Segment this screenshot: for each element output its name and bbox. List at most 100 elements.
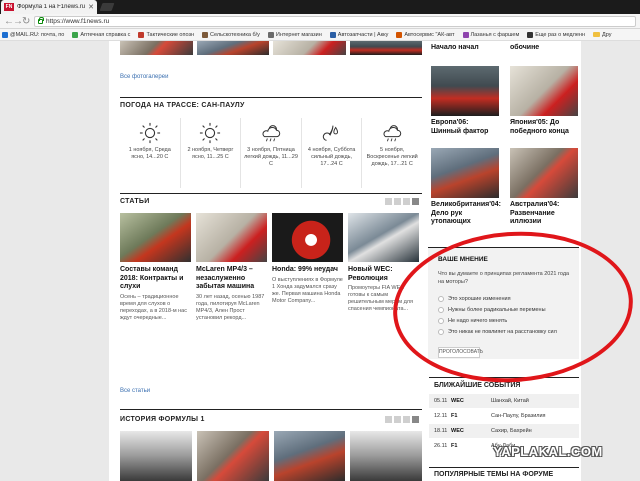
articles-title: СТАТЬИ [120, 198, 150, 205]
gallery-photo[interactable] [349, 41, 422, 55]
tab-close-icon[interactable]: ✕ [88, 3, 94, 11]
history-photo[interactable] [273, 431, 346, 481]
bookmark-label: Аптечная справка с [80, 31, 131, 38]
weather-day-text: 4 ноября, Суббота сильный дождь, 17...24… [307, 147, 356, 167]
bookmark-item[interactable]: Лазанья с фаршем [462, 31, 519, 38]
poll-radio[interactable] [438, 295, 444, 302]
events-title: БЛИЖАЙШИЕ СОБЫТИЯ [434, 382, 521, 389]
pager-dot[interactable] [385, 198, 392, 205]
article-desc: Промоутеры FIA WEC готовы к самым решите… [348, 285, 413, 312]
yaplakal-watermark: YAPLAKAL.COM [468, 440, 628, 462]
pager-dot[interactable] [385, 416, 392, 423]
reload-icon[interactable]: ↻ [22, 15, 30, 28]
sun-icon [139, 122, 160, 144]
bookmark-label: Интернет магазин [275, 31, 322, 38]
article-photo[interactable] [196, 213, 267, 262]
articles-pager [385, 198, 419, 205]
watermark-text: YAPLAKAL.COM [493, 443, 603, 459]
bookmarks-folder-label: Дру [601, 31, 612, 38]
article-photo[interactable] [348, 213, 419, 262]
article-title[interactable]: Новый WEC: Революция [348, 266, 419, 283]
weather-day: 1 ноября, Среда ясно, 14...20 С [120, 118, 181, 188]
gallery-caption[interactable]: Австралия'04: Развенчание иллюзии [510, 201, 578, 227]
gallery-caption[interactable]: Начало начал [431, 44, 499, 53]
gallery-strip [120, 41, 422, 55]
bookmark-favicon-icon [462, 31, 469, 38]
weather-day-text: 2 ноября, Четверг ясно, 11...25 С [187, 147, 234, 160]
article-title[interactable]: Составы команд 2018: Контракты и слухи [120, 266, 191, 292]
article-card[interactable]: Honda: 99% неудач О выступлениях в Форму… [272, 213, 343, 373]
history-photo[interactable] [196, 431, 269, 481]
gallery-photo[interactable] [196, 41, 269, 55]
new-tab-button[interactable] [99, 3, 115, 11]
gallery-caption[interactable]: Япония'05: До победного конца [510, 119, 578, 136]
events-divider [429, 377, 579, 378]
article-card[interactable]: Составы команд 2018: Контракты и слухи О… [120, 213, 191, 373]
pager-dot[interactable] [394, 198, 401, 205]
pager-dot[interactable] [403, 198, 410, 205]
poll-radio[interactable] [438, 328, 444, 335]
article-card[interactable]: McLaren MP4/3 – незаслуженно забытая маш… [196, 213, 267, 373]
bookmark-label: @MAIL.RU: почта, по [10, 31, 65, 38]
gallery-photo[interactable] [120, 41, 193, 55]
gallery-thumb[interactable] [510, 148, 578, 198]
poll-radio[interactable] [438, 317, 444, 324]
all-articles-link[interactable]: Все статьи [120, 388, 150, 394]
f1news-favicon-icon: FN [4, 3, 14, 11]
gallery-thumb[interactable] [431, 148, 499, 198]
weather-day-text: 3 ноября, Пятница легкий дождь, 11...29 … [244, 147, 298, 167]
article-photo[interactable] [120, 213, 191, 262]
bookmark-item[interactable]: Еще раз о медленн [527, 31, 585, 38]
article-card[interactable]: Новый WEC: Революция Промоутеры FIA WEC … [348, 213, 419, 373]
poll-option[interactable]: Это никак не повлияет на расстановку сил [438, 326, 578, 337]
gallery-photo[interactable] [273, 41, 346, 55]
event-series: WEC [451, 428, 464, 434]
poll-radio[interactable] [438, 306, 444, 313]
gallery-thumb[interactable] [431, 66, 499, 116]
event-date: 05.11 [434, 398, 448, 404]
article-photo[interactable] [272, 213, 343, 262]
pager-dot[interactable] [394, 416, 401, 423]
poll-option[interactable]: Нужны более радикальные перемены [438, 304, 578, 315]
bookmark-favicon-icon [138, 31, 145, 38]
bookmarks-folder[interactable]: Дру [592, 31, 612, 38]
pager-dot[interactable] [403, 416, 410, 423]
gallery-caption[interactable]: Европа'06: Шинный фактор [431, 119, 499, 136]
event-series: WEC [451, 398, 464, 404]
weather-day: 3 ноября, Пятница легкий дождь, 11...29 … [241, 118, 302, 188]
event-row[interactable]: 18.11 WEC Сахир, Бахрейн [429, 424, 579, 439]
bookmark-item[interactable]: Сельскотехника б/у [202, 31, 260, 38]
browser-tab[interactable]: FN Формула 1 на F1news.ru ✕ [1, 0, 97, 14]
bookmark-item[interactable]: Автозапчасти | Акку [329, 31, 388, 38]
article-title[interactable]: McLaren MP4/3 – незаслуженно забытая маш… [196, 266, 267, 292]
gallery-caption[interactable]: Великобритания'04: Дело рук утопающих [431, 201, 501, 227]
poll-option[interactable]: Это хорошие изменения [438, 293, 578, 304]
bookmark-item[interactable]: Аптечная справка с [72, 31, 131, 38]
poll-option[interactable]: Не надо ничего менять [438, 315, 578, 326]
vote-button[interactable]: ПРОГОЛОСОВАТЬ [438, 347, 483, 358]
gallery-thumb[interactable] [510, 66, 578, 116]
history-photo[interactable] [350, 431, 422, 481]
article-title[interactable]: Honda: 99% неудач [272, 266, 343, 275]
history-photo[interactable] [120, 431, 192, 481]
history-strip [120, 431, 422, 481]
bookmark-item[interactable]: Интернет магазин [267, 31, 322, 38]
pager-dot[interactable] [412, 198, 419, 205]
bookmark-item[interactable]: Автосервис "АК-авт [396, 31, 455, 38]
articles-divider [120, 193, 422, 194]
event-place: Сан-Паулу, Бразилия [491, 413, 546, 419]
poll-option-label: Не надо ничего менять [448, 317, 508, 324]
pager-dot[interactable] [412, 416, 419, 423]
bookmark-item[interactable]: @MAIL.RU: почта, по [2, 31, 65, 38]
bookmark-item[interactable]: Тактические опозн [138, 31, 194, 38]
bookmark-label: Автосервис "АК-авт [404, 31, 455, 38]
weather-title: ПОГОДА НА ТРАССЕ: САН-ПАУЛУ [120, 102, 245, 109]
event-row[interactable]: 12.11 F1 Сан-Паулу, Бразилия [429, 409, 579, 424]
gallery-caption[interactable]: обочине [510, 44, 578, 53]
url-field[interactable]: https://www.f1news.ru [34, 16, 636, 27]
poll-option-label: Это хорошие изменения [448, 295, 511, 302]
all-photos-link[interactable]: Все фотогалереи [120, 74, 168, 80]
event-row[interactable]: 05.11 WEC Шанхай, Китай [429, 394, 579, 409]
bookmark-label: Сельскотехника б/у [210, 31, 260, 38]
bookmark-favicon-icon [396, 31, 403, 38]
